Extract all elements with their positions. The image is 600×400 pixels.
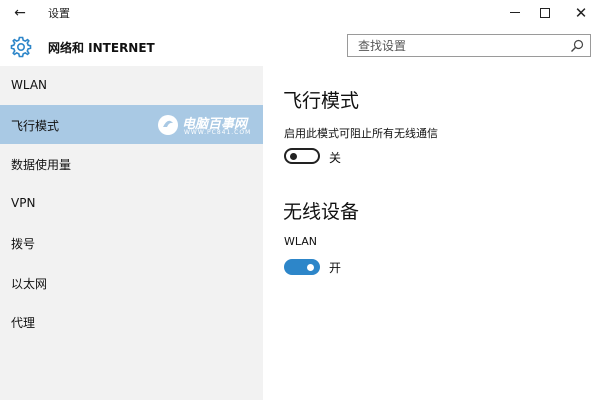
airplane-mode-toggle-label: 关 [329, 151, 342, 165]
window-title: 设置 [48, 7, 70, 20]
wlan-toggle[interactable] [284, 259, 320, 275]
title-bar: ← 设置 ✕ [0, 0, 600, 26]
sidebar-item-proxy[interactable]: 代理 [0, 302, 263, 341]
search-input[interactable] [348, 35, 566, 56]
airplane-mode-description: 启用此模式可阻止所有无线通信 [284, 127, 438, 140]
back-button[interactable]: ← [8, 3, 32, 23]
sidebar-item-ethernet[interactable]: 以太网 [0, 263, 263, 302]
sidebar-item-label: WLAN [11, 78, 48, 92]
sidebar-item-label: VPN [11, 196, 36, 210]
watermark-logo: 电脑百事网 WWW.PC841.COM [156, 113, 261, 137]
logo-icon [158, 115, 178, 135]
maximize-button[interactable] [530, 2, 560, 24]
page-title: 网络和 INTERNET [48, 41, 155, 55]
sidebar-item-label: 数据使用量 [11, 158, 72, 172]
sidebar-item-label: 以太网 [11, 277, 48, 291]
watermark-subtext: WWW.PC841.COM [184, 129, 252, 136]
wlan-toggle-label: 开 [329, 261, 342, 275]
wireless-devices-heading: 无线设备 [283, 201, 360, 223]
toggle-knob [307, 264, 314, 271]
gear-icon [10, 36, 32, 58]
sidebar: WLAN 飞行模式 电脑百事网 WWW.PC841.COM 数据使用量 VPN … [0, 66, 263, 400]
sidebar-item-dialup[interactable]: 拨号 [0, 223, 263, 262]
airplane-mode-heading: 飞行模式 [283, 90, 360, 112]
toggle-knob [290, 153, 297, 160]
minimize-button[interactable] [500, 2, 530, 24]
close-button[interactable]: ✕ [566, 2, 596, 24]
sidebar-item-data-usage[interactable]: 数据使用量 [0, 144, 263, 183]
airplane-mode-toggle[interactable] [284, 148, 320, 164]
main-content: 飞行模式 启用此模式可阻止所有无线通信 关 无线设备 WLAN 开 [263, 66, 600, 400]
sidebar-item-wlan[interactable]: WLAN [0, 66, 263, 105]
wlan-device-label: WLAN [284, 235, 318, 248]
sidebar-item-label: 代理 [11, 316, 36, 330]
sidebar-item-airplane-mode[interactable]: 飞行模式 电脑百事网 WWW.PC841.COM [0, 105, 263, 144]
search-box[interactable] [347, 34, 591, 57]
sidebar-item-vpn[interactable]: VPN [0, 184, 263, 223]
search-icon[interactable] [569, 38, 585, 54]
maximize-icon [540, 7, 550, 18]
page-header: 网络和 INTERNET [0, 26, 600, 66]
minimize-icon [510, 12, 520, 13]
sidebar-item-label: 拨号 [11, 237, 36, 251]
sidebar-item-label: 飞行模式 [11, 119, 60, 133]
